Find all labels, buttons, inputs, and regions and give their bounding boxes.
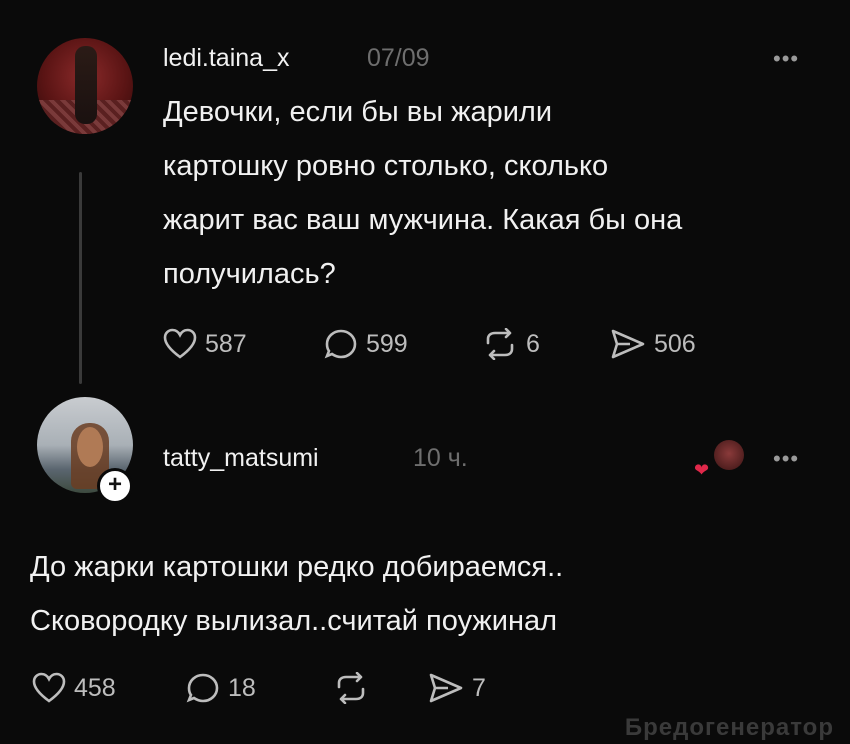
repost-count: 6 (526, 329, 540, 358)
comment-icon (186, 673, 219, 703)
comment-count: 18 (228, 673, 256, 702)
comment-icon (324, 329, 357, 359)
post-like-button[interactable]: 587 (163, 328, 247, 360)
post-text-line: жарит вас ваш мужчина. Какая бы она (163, 204, 683, 236)
reply-comment-button[interactable]: 18 (186, 672, 256, 704)
reply-repost-button[interactable] (333, 672, 369, 704)
post-text: Девочки, если бы вы жарили картошку ровн… (163, 85, 803, 301)
post-text-line: Девочки, если бы вы жарили (163, 96, 553, 128)
post-repost-button[interactable]: 6 (482, 328, 540, 360)
post-more-button[interactable]: ••• (773, 46, 799, 72)
post-time: 07/09 (367, 44, 430, 72)
reply-time: 10 ч. (413, 444, 468, 472)
share-count: 506 (654, 329, 696, 358)
repost-icon (486, 328, 514, 360)
reply-text-line: До жарки картошки редко добираемся.. (30, 551, 564, 583)
watermark: Бредогенератор (624, 714, 834, 741)
post-share-button[interactable]: 506 (610, 328, 696, 360)
share-count: 7 (472, 673, 486, 702)
reply-text: До жарки картошки редко добираемся.. Ско… (30, 540, 820, 648)
like-count: 587 (205, 329, 247, 358)
avatar[interactable] (37, 38, 133, 134)
heart-icon (32, 672, 66, 703)
heart-icon (163, 328, 197, 359)
follow-button[interactable]: + (97, 468, 133, 504)
reply-more-button[interactable]: ••• (773, 446, 799, 472)
reply-username[interactable]: tatty_matsumi (163, 444, 319, 473)
liked-by-avatar (714, 440, 744, 470)
comment-count: 599 (366, 329, 408, 358)
reply-share-button[interactable]: 7 (428, 672, 486, 704)
post-text-line: картошку ровно столько, сколько (163, 150, 609, 182)
post-username[interactable]: ledi.taina_x (163, 44, 289, 73)
repost-icon (337, 672, 365, 704)
reply-text-line: Сковородку вылизал..считай поужинал (30, 605, 558, 637)
heart-icon: ❤ (694, 460, 710, 480)
reply-like-button[interactable]: 458 (32, 672, 116, 704)
post-comment-button[interactable]: 599 (324, 328, 408, 360)
send-icon (611, 329, 645, 359)
send-icon (429, 673, 463, 703)
post-text-line: получилась? (163, 258, 336, 290)
thread-line (79, 172, 82, 384)
like-count: 458 (74, 673, 116, 702)
